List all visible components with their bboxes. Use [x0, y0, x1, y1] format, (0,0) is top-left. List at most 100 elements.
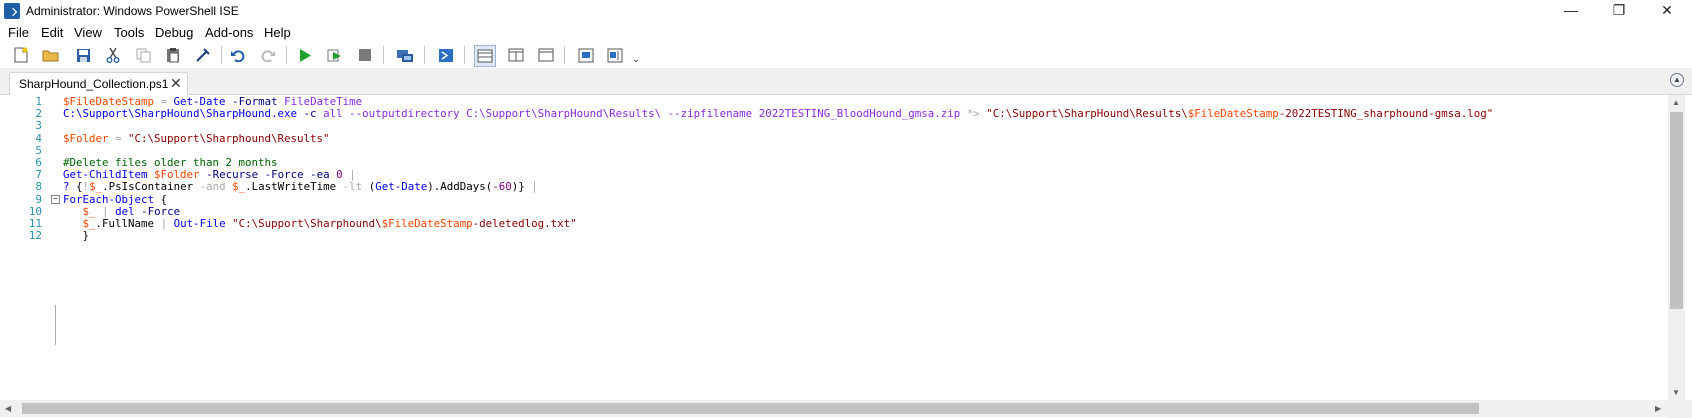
customize-toolbar-icon[interactable]: ⌄	[627, 50, 645, 68]
code-token: "C:\Support\Sharphound\Results"	[128, 131, 330, 145]
horizontal-scroll-thumb[interactable]	[22, 403, 1479, 414]
menu-add-ons[interactable]: Add-ons	[205, 25, 253, 40]
save-icon[interactable]	[74, 46, 92, 64]
horizontal-scrollbar[interactable]: ◀ ▶	[0, 400, 1668, 417]
line-number: 7	[35, 168, 42, 182]
title-bar: Administrator: Windows PowerShell ISE — …	[0, 0, 1692, 22]
code-token: ForEach-Object	[63, 192, 155, 206]
code-token: -deletedlog.txt"	[472, 217, 577, 230]
line-number: 6	[35, 156, 42, 169]
code-token: ).AddDays(	[427, 180, 493, 194]
scroll-up-icon[interactable]: ▲	[1672, 98, 1680, 107]
code-token: --outputdirectory	[349, 107, 460, 121]
vertical-scroll-thumb[interactable]	[1670, 112, 1683, 309]
new-file-icon[interactable]	[12, 46, 30, 64]
toolbar-separator	[286, 46, 287, 64]
minimize-button[interactable]: —	[1549, 0, 1593, 22]
menu-tools[interactable]: Tools	[114, 25, 144, 40]
line-number: 9	[35, 192, 42, 206]
window-title: Administrator: Windows PowerShell ISE	[26, 4, 239, 18]
code-token: $_	[89, 180, 103, 194]
code-token: $_	[232, 180, 246, 194]
cut-icon[interactable]	[104, 46, 122, 64]
menu-debug[interactable]: Debug	[155, 25, 193, 40]
menu-help[interactable]: Help	[264, 25, 291, 40]
code-text: ? {!$_.PsIsContainer -and $_.LastWriteTi…	[63, 180, 538, 193]
tab-sharphound-collection[interactable]: SharpHound_Collection.ps1 ✕	[9, 72, 188, 95]
code-token: |	[531, 180, 538, 194]
scroll-down-icon[interactable]: ▼	[1672, 388, 1680, 397]
code-text: }	[63, 229, 90, 242]
tab-label: SharpHound_Collection.ps1	[19, 77, 169, 91]
menu-bar: File Edit View Tools Debug Add-ons Help	[0, 22, 1692, 42]
start-powershell-icon[interactable]	[437, 46, 455, 64]
code-token: --zipfilename	[667, 107, 753, 121]
show-script-top-icon[interactable]	[474, 45, 496, 67]
code-token: (	[362, 180, 376, 194]
menu-view[interactable]: View	[74, 25, 102, 40]
stop-icon[interactable]	[356, 46, 374, 64]
code-token: *>	[966, 107, 980, 121]
line-number: 5	[35, 143, 42, 157]
open-folder-icon[interactable]	[42, 46, 60, 64]
toolbar: ⌄	[0, 42, 1692, 68]
toolbar-separator	[564, 46, 565, 64]
run-selection-icon[interactable]	[326, 46, 344, 64]
code-text: #Delete files older than 2 months	[63, 156, 278, 169]
code-text: $_ | del -Force	[63, 204, 181, 218]
close-tab-icon[interactable]: ✕	[170, 75, 182, 92]
show-script-right-icon[interactable]	[507, 46, 525, 64]
code-token: Out-File	[173, 217, 226, 230]
code-token: $FileDateStamp	[381, 217, 473, 230]
collapse-block-icon[interactable]: −	[51, 194, 60, 204]
code-token: C:\Support\SharpHound\SharpHound.exe	[63, 107, 298, 121]
code-token: $_	[82, 217, 96, 230]
line-number: 12	[28, 229, 42, 243]
code-token: "C:\Support\SharpHound\Results\	[986, 107, 1188, 121]
copy-icon[interactable]	[134, 46, 152, 64]
code-token: .FullName	[95, 217, 155, 230]
code-token: =	[154, 95, 174, 108]
code-token: -Force	[141, 204, 181, 218]
code-token: -2022TESTING_sharphound-gmsa.log"	[1278, 107, 1494, 121]
code-text: C:\Support\SharpHound\SharpHound.exe -c …	[63, 107, 1493, 120]
show-command-window-icon[interactable]	[577, 46, 595, 64]
clear-console-icon[interactable]	[194, 46, 212, 64]
code-token: Get-ChildItem	[63, 168, 148, 182]
undo-icon[interactable]	[229, 46, 247, 64]
menu-file[interactable]: File	[8, 25, 29, 40]
code-token: -Format	[232, 95, 278, 108]
show-script-maximized-icon[interactable]	[537, 46, 555, 64]
line-number: 1	[35, 95, 42, 108]
code-token: .PsIsContainer	[102, 180, 194, 194]
run-script-icon[interactable]	[296, 46, 314, 64]
line-number: 4	[35, 131, 42, 145]
line-number: 2	[35, 107, 42, 121]
maximize-button[interactable]: ❐	[1597, 0, 1641, 22]
code-text: Get-ChildItem $Folder -Recurse -Force -e…	[63, 168, 356, 181]
toolbar-separator	[464, 46, 465, 64]
code-token: FileDateTime	[284, 95, 363, 108]
vertical-scrollbar[interactable]: ▲ ▼	[1668, 95, 1685, 400]
scroll-right-icon[interactable]: ▶	[1655, 404, 1661, 413]
toolbar-separator	[424, 46, 425, 64]
close-button[interactable]: ✕	[1645, 0, 1689, 22]
paste-icon[interactable]	[164, 46, 182, 64]
code-token: |	[349, 168, 356, 182]
menu-edit[interactable]: Edit	[41, 25, 63, 40]
new-remote-tab-icon[interactable]	[396, 46, 414, 64]
redo-icon[interactable]	[259, 46, 277, 64]
code-token: -and	[199, 180, 226, 194]
code-token: $Folder	[63, 131, 109, 145]
collapse-script-pane-icon[interactable]: ▲	[1670, 73, 1684, 87]
scroll-left-icon[interactable]: ◀	[5, 404, 11, 413]
code-token: Get-Date	[173, 95, 226, 108]
show-command-addon-icon[interactable]	[606, 46, 624, 64]
code-token: -Force	[264, 168, 304, 182]
code-token: $Folder	[154, 168, 200, 182]
code-token: $FileDateStamp	[1187, 107, 1279, 121]
code-token: -c	[303, 107, 317, 121]
script-editor[interactable]: 1 $FileDateStamp = Get-Date -Format FileD…	[0, 95, 1668, 400]
code-text: $FileDateStamp = Get-Date -Format FileDa…	[63, 95, 362, 108]
